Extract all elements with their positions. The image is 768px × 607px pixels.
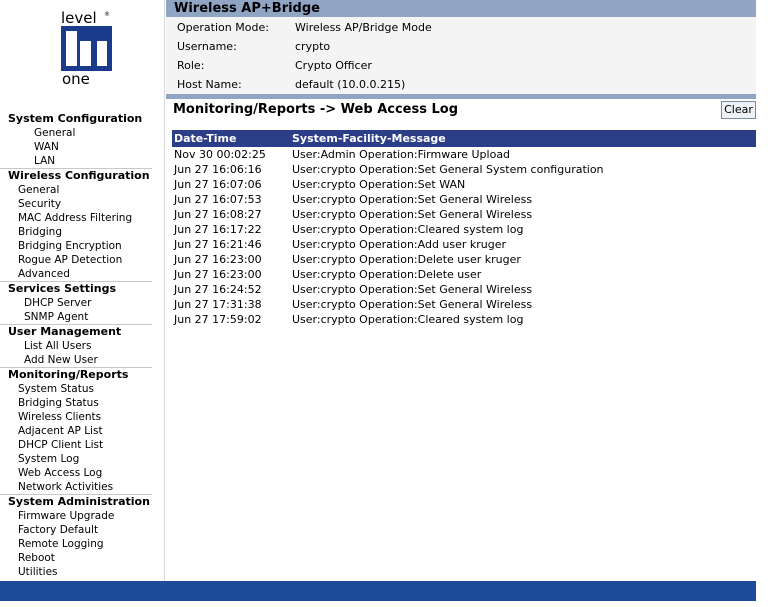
nav-section-system-configuration[interactable]: System Configuration	[0, 112, 152, 126]
nav-item-bridging-encryption[interactable]: Bridging Encryption	[0, 239, 152, 253]
logo-trademark: ®	[104, 11, 110, 18]
nav-item-add-new-user[interactable]: Add New User	[0, 353, 152, 367]
nav-section-monitoring-reports[interactable]: Monitoring/Reports	[0, 367, 152, 382]
log-message: User:crypto Operation:Set WAN	[292, 178, 466, 191]
nav-item-system-status[interactable]: System Status	[0, 382, 152, 396]
nav-item-rogue-ap-detection[interactable]: Rogue AP Detection	[0, 253, 152, 267]
log-message: User:crypto Operation:Delete user	[292, 268, 482, 281]
info-row-username: Username: crypto	[166, 37, 756, 56]
table-row: Jun 27 17:59:02 User:crypto Operation:Cle…	[172, 312, 756, 327]
nav-item-snmp-agent[interactable]: SNMP Agent	[0, 310, 152, 324]
log-date-time: Jun 27 16:23:00	[174, 268, 262, 281]
log-message: User:crypto Operation:Delete user kruger	[292, 253, 521, 266]
info-value: Crypto Officer	[295, 59, 372, 72]
log-date-time: Jun 27 16:21:46	[174, 238, 262, 251]
column-header-message: System-Facility-Message	[290, 130, 756, 147]
table-row: Jun 27 16:23:00 User:crypto Operation:Del…	[172, 267, 756, 282]
table-row: Jun 27 16:17:22 User:crypto Operation:Cle…	[172, 222, 756, 237]
info-value: Wireless AP/Bridge Mode	[295, 21, 432, 34]
log-message: User:crypto Operation:Set General Wirele…	[292, 298, 533, 311]
nav-item-bridging[interactable]: Bridging	[0, 225, 152, 239]
nav-item-lan[interactable]: LAN	[0, 154, 152, 168]
nav-item-web-access-log[interactable]: Web Access Log	[0, 466, 152, 480]
nav-item-network-activities[interactable]: Network Activities	[0, 480, 152, 494]
nav-item-firmware-upgrade[interactable]: Firmware Upgrade	[0, 509, 152, 523]
table-row: Jun 27 16:08:27 User:crypto Operation:Set…	[172, 207, 756, 222]
sidebar: level ® one System Configuration General…	[0, 0, 165, 581]
info-label: Username:	[177, 40, 237, 53]
clear-button[interactable]: Clear	[721, 101, 756, 119]
log-message: User:crypto Operation:Add user kruger	[292, 238, 507, 251]
log-date-time: Nov 30 00:02:25	[174, 148, 266, 161]
column-header-date-time: Date-Time	[172, 130, 290, 147]
levelone-logo: level ® one	[61, 10, 112, 86]
info-row-host-name: Host Name: default (10.0.0.215)	[166, 75, 756, 94]
nav-section-services-settings[interactable]: Services Settings	[0, 281, 152, 296]
info-value: crypto	[295, 40, 331, 53]
info-value: default (10.0.0.215)	[295, 78, 406, 91]
nav-item-reboot[interactable]: Reboot	[0, 551, 152, 565]
info-row-operation-mode: Operation Mode: Wireless AP/Bridge Mode	[166, 18, 756, 37]
nav-section-system-administration[interactable]: System Administration	[0, 494, 152, 509]
info-label: Role:	[177, 59, 205, 72]
footer-bar	[0, 581, 756, 601]
nav-section-wireless-configuration[interactable]: Wireless Configuration	[0, 168, 152, 183]
info-label: Host Name:	[177, 78, 242, 91]
log-message: User:crypto Operation:Set General Wirele…	[292, 193, 533, 206]
log-message: User:crypto Operation:Cleared system log	[292, 313, 524, 326]
nav-item-security[interactable]: Security	[0, 197, 152, 211]
log-date-time: Jun 27 16:17:22	[174, 223, 262, 236]
log-date-time: Jun 27 16:24:52	[174, 283, 262, 296]
web-access-log-table: Date-Time System-Facility-Message Nov 30…	[172, 130, 756, 327]
table-row: Jun 27 16:21:46 User:crypto Operation:Add…	[172, 237, 756, 252]
table-row: Jun 27 16:24:52 User:crypto Operation:Set…	[172, 282, 756, 297]
table-header-row: Date-Time System-Facility-Message	[172, 130, 756, 147]
log-date-time: Jun 27 16:23:00	[174, 253, 262, 266]
nav-item-wireless-general[interactable]: General	[0, 183, 152, 197]
table-row: Nov 30 00:02:25 User:Admin Operation:Firm…	[172, 147, 756, 162]
navigation-menu: System Configuration General WAN LAN Wir…	[0, 112, 152, 579]
log-message: User:crypto Operation:Set General System…	[292, 163, 604, 176]
log-message: User:crypto Operation:Cleared system log	[292, 223, 524, 236]
table-row: Jun 27 16:23:00 User:crypto Operation:Del…	[172, 252, 756, 267]
device-title: Wireless AP+Bridge	[174, 1, 320, 16]
device-title-bar: Wireless AP+Bridge	[166, 0, 756, 17]
log-date-time: Jun 27 17:59:02	[174, 313, 262, 326]
nav-item-wan[interactable]: WAN	[0, 140, 152, 154]
info-row-role: Role: Crypto Officer	[166, 56, 756, 75]
nav-item-utilities[interactable]: Utilities	[0, 565, 152, 579]
nav-item-dhcp-client-list[interactable]: DHCP Client List	[0, 438, 152, 452]
info-label: Operation Mode:	[177, 21, 269, 34]
nav-item-adjacent-ap-list[interactable]: Adjacent AP List	[0, 424, 152, 438]
nav-item-wireless-clients[interactable]: Wireless Clients	[0, 410, 152, 424]
log-message: User:crypto Operation:Set General Wirele…	[292, 283, 533, 296]
page-title: Monitoring/Reports -> Web Access Log	[173, 102, 459, 117]
nav-item-system-log[interactable]: System Log	[0, 452, 152, 466]
nav-item-list-all-users[interactable]: List All Users	[0, 339, 152, 353]
nav-item-dhcp-server[interactable]: DHCP Server	[0, 296, 152, 310]
nav-item-remote-logging[interactable]: Remote Logging	[0, 537, 152, 551]
logo-text-one: one	[62, 70, 90, 86]
nav-section-user-management[interactable]: User Management	[0, 324, 152, 339]
log-date-time: Jun 27 16:06:16	[174, 163, 262, 176]
nav-item-mac-address-filtering[interactable]: MAC Address Filtering	[0, 211, 152, 225]
log-message: User:Admin Operation:Firmware Upload	[292, 148, 511, 161]
nav-item-bridging-status[interactable]: Bridging Status	[0, 396, 152, 410]
nav-item-system-general[interactable]: General	[0, 126, 152, 140]
info-panel-divider	[166, 94, 756, 99]
table-row: Jun 27 16:06:16 User:crypto Operation:Set…	[172, 162, 756, 177]
log-date-time: Jun 27 16:07:53	[174, 193, 262, 206]
log-date-time: Jun 27 17:31:38	[174, 298, 262, 311]
table-row: Jun 27 16:07:06 User:crypto Operation:Set…	[172, 177, 756, 192]
device-info-panel: Operation Mode: Wireless AP/Bridge Mode …	[166, 17, 756, 94]
nav-item-advanced[interactable]: Advanced	[0, 267, 152, 281]
log-date-time: Jun 27 16:07:06	[174, 178, 262, 191]
nav-item-factory-default[interactable]: Factory Default	[0, 523, 152, 537]
table-row: Jun 27 17:31:38 User:crypto Operation:Set…	[172, 297, 756, 312]
logo-text-level: level	[61, 10, 97, 27]
log-date-time: Jun 27 16:08:27	[174, 208, 262, 221]
table-row: Jun 27 16:07:53 User:crypto Operation:Set…	[172, 192, 756, 207]
log-message: User:crypto Operation:Set General Wirele…	[292, 208, 533, 221]
